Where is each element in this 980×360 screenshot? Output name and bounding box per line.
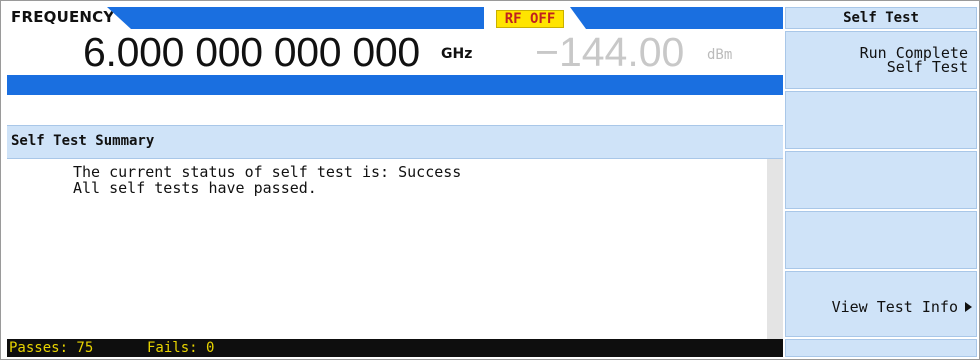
- view-test-info-label: View Test Info: [831, 298, 958, 316]
- summary-content: The current status of self test is: Succ…: [7, 159, 767, 339]
- rf-off-indicator: RF OFF: [496, 10, 564, 28]
- run-complete-label-line2: Self Test: [886, 58, 968, 76]
- rf-status-tab: RF OFF: [484, 7, 586, 29]
- main-display: FREQUENCY RF OFF 6.000 000 000 000 GHz −…: [7, 7, 783, 357]
- amplitude-unit: dBm: [707, 47, 733, 63]
- summary-result-line: All self tests have passed.: [73, 179, 317, 197]
- frequency-amplitude-row: 6.000 000 000 000 GHz −144.00 dBm: [7, 29, 783, 75]
- view-test-info-button[interactable]: View Test Info: [785, 271, 977, 337]
- summary-header: Self Test Summary: [7, 125, 783, 159]
- softkey-3-blank[interactable]: [785, 151, 977, 209]
- softkey-6-blank[interactable]: [785, 339, 977, 357]
- softkey-4-blank[interactable]: [785, 211, 977, 269]
- amplitude-value[interactable]: −144.00: [535, 29, 684, 76]
- frequency-unit: GHz: [441, 46, 473, 62]
- softkey-panel: Self Test Run Complete Self Test View Te…: [785, 7, 977, 357]
- scrollbar[interactable]: [767, 159, 783, 339]
- softkey-menu-title: Self Test: [785, 7, 977, 29]
- softkey-2-blank[interactable]: [785, 91, 977, 149]
- frequency-value[interactable]: 6.000 000 000 000: [83, 29, 420, 76]
- instrument-screen: FREQUENCY RF OFF 6.000 000 000 000 GHz −…: [0, 0, 980, 360]
- fails-count: Fails: 0: [147, 340, 215, 356]
- summary-title: Self Test Summary: [11, 133, 155, 149]
- submenu-arrow-icon: [965, 302, 972, 312]
- passes-count: Passes: 75: [9, 340, 94, 356]
- test-status-bar: Passes: 75 Fails: 0: [7, 339, 783, 357]
- run-complete-self-test-button[interactable]: Run Complete Self Test: [785, 31, 977, 89]
- frequency-label: FREQUENCY: [11, 8, 115, 26]
- status-strip: [7, 95, 783, 125]
- annunciator-band: [7, 75, 783, 95]
